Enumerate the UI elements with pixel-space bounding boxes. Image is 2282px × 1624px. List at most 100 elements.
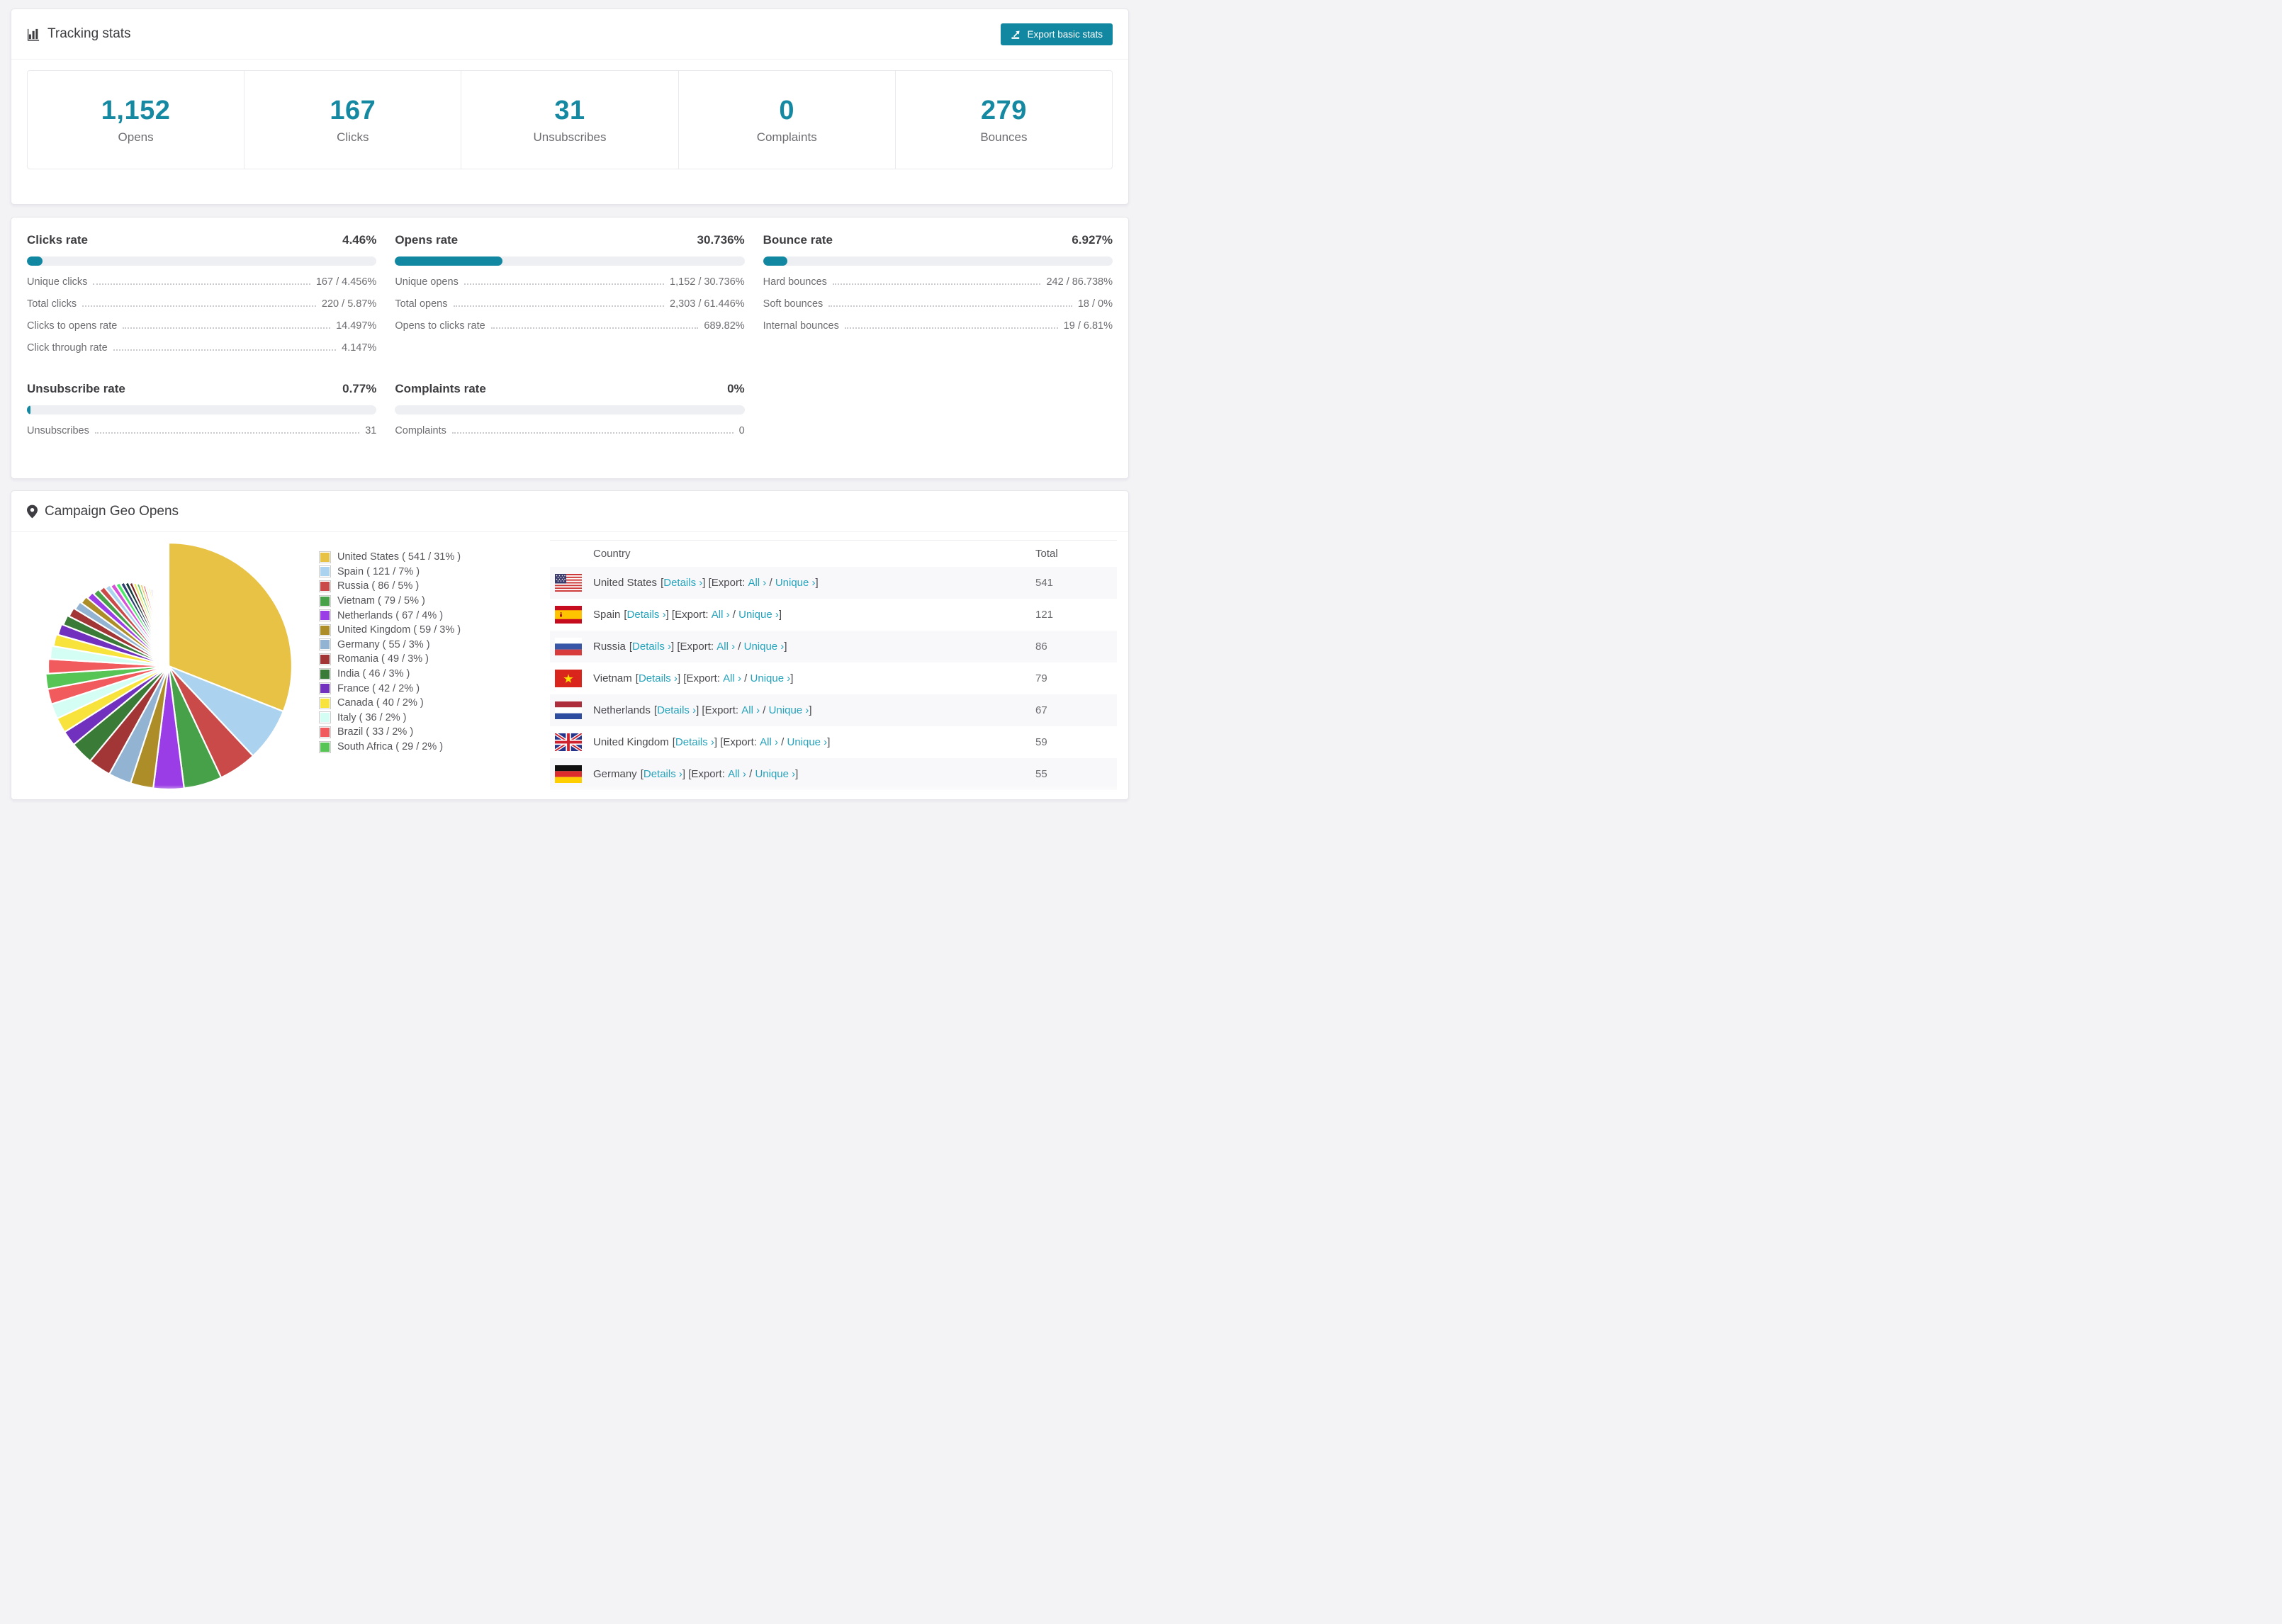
legend-item[interactable]: France ( 42 / 2% ): [319, 681, 529, 696]
summary-stat-value: 167: [330, 95, 376, 125]
rate-stat-value: 0: [738, 425, 745, 436]
rate-stat-label: Total clicks: [27, 298, 77, 310]
export-all-link[interactable]: All ›: [748, 577, 766, 589]
details-link[interactable]: Details ›: [639, 672, 678, 684]
rate-stat-line: Click through rate 4.147%: [27, 342, 376, 354]
export-unique-link[interactable]: Unique ›: [744, 641, 785, 653]
rate-stat-value: 19 / 6.81%: [1063, 320, 1113, 332]
legend-color-swatch: [319, 726, 331, 738]
campaign-geo-opens-card: Campaign Geo Opens United States ( 541 /…: [11, 490, 1129, 800]
rate-stat-label: Click through rate: [27, 342, 108, 354]
legend-item[interactable]: United States ( 541 / 31% ): [319, 550, 529, 565]
export-all-link[interactable]: All ›: [728, 768, 746, 780]
export-unique-link[interactable]: Unique ›: [738, 609, 779, 621]
country-cell: Russia[Details ›] [Export: All › / Uniqu…: [550, 638, 1035, 655]
rate-block: Clicks rate 4.46% Unique clicks 167 / 4.456…: [27, 233, 377, 354]
dotted-leader: [828, 305, 1072, 307]
rate-stat-label: Unsubscribes: [27, 425, 89, 436]
legend-item[interactable]: India ( 46 / 3% ): [319, 667, 529, 682]
rate-stat-line: Complaints 0: [395, 425, 744, 436]
geo-legend: United States ( 541 / 31% ) Spain ( 121 /…: [319, 540, 529, 796]
country-cell: United Kingdom[Details ›] [Export: All ›…: [550, 733, 1035, 751]
summary-stat-value: 279: [980, 95, 1027, 125]
legend-item[interactable]: United Kingdom ( 59 / 3% ): [319, 623, 529, 638]
rate-stat-line: Soft bounces 18 / 0%: [763, 298, 1113, 310]
rate-stat-value: 220 / 5.87%: [321, 298, 377, 310]
geo-title-label: Campaign Geo Opens: [45, 503, 179, 519]
legend-item[interactable]: Romania ( 49 / 3% ): [319, 652, 529, 667]
rate-stat-label: Hard bounces: [763, 276, 827, 288]
table-row: Netherlands[Details ›] [Export: All › / …: [550, 694, 1117, 726]
rate-block-header: Opens rate 30.736%: [395, 233, 744, 247]
dotted-leader: [451, 432, 734, 434]
details-link[interactable]: Details ›: [675, 736, 714, 748]
export-all-link[interactable]: All ›: [716, 641, 735, 653]
export-all-link[interactable]: All ›: [723, 672, 741, 684]
details-link[interactable]: Details ›: [627, 609, 666, 621]
export-basic-stats-button[interactable]: Export basic stats: [1001, 23, 1113, 45]
legend-item[interactable]: Canada ( 40 / 2% ): [319, 696, 529, 711]
rate-stat-line: Clicks to opens rate 14.497%: [27, 320, 376, 332]
export-icon: [1011, 29, 1021, 40]
export-prefix: ] [Export:: [702, 577, 748, 589]
separator: /: [760, 704, 769, 716]
legend-label: Russia ( 86 / 5% ): [337, 580, 420, 592]
rate-stat-line: Unsubscribes 31: [27, 425, 376, 436]
total-cell: 121: [1035, 609, 1054, 621]
export-prefix: ] [Export:: [665, 609, 712, 621]
table-row: Vietnam[Details ›] [Export: All › / Uniq…: [550, 662, 1117, 694]
legend-item[interactable]: Germany ( 55 / 3% ): [319, 638, 529, 653]
legend-label: France ( 42 / 2% ): [337, 682, 420, 694]
export-button-label: Export basic stats: [1027, 28, 1103, 40]
details-link[interactable]: Details ›: [657, 704, 696, 716]
bracket: ]: [778, 609, 782, 621]
rate-block: Bounce rate 6.927% Hard bounces 242 / 86.73…: [763, 233, 1113, 354]
export-unique-link[interactable]: Unique ›: [775, 577, 816, 589]
legend-item[interactable]: Vietnam ( 79 / 5% ): [319, 594, 529, 609]
export-all-link[interactable]: All ›: [712, 609, 730, 621]
legend-item[interactable]: South Africa ( 29 / 2% ): [319, 740, 529, 755]
export-unique-link[interactable]: Unique ›: [755, 768, 795, 780]
details-link[interactable]: Details ›: [663, 577, 702, 589]
rate-stat-line: Total clicks 220 / 5.87%: [27, 298, 376, 310]
rate-stat-label: Complaints: [395, 425, 446, 436]
legend-label: Brazil ( 33 / 2% ): [337, 726, 414, 738]
legend-item[interactable]: Brazil ( 33 / 2% ): [319, 725, 529, 740]
flag-gb: [555, 733, 582, 751]
rate-stat-line: Unique clicks 167 / 4.456%: [27, 276, 376, 288]
dotted-leader: [463, 283, 665, 285]
legend-item[interactable]: Netherlands ( 67 / 4% ): [319, 608, 529, 623]
details-link[interactable]: Details ›: [632, 641, 671, 653]
rate-block: Unsubscribe rate 0.77% Unsubscribes 31: [27, 382, 377, 436]
column-header-country: Country: [593, 548, 631, 560]
rate-stat-label: Unique clicks: [27, 276, 88, 288]
details-link[interactable]: Details ›: [643, 768, 682, 780]
export-unique-link[interactable]: Unique ›: [751, 672, 791, 684]
legend-color-swatch: [319, 580, 331, 592]
geo-pie-chart: [43, 540, 295, 796]
legend-label: South Africa ( 29 / 2% ): [337, 741, 444, 753]
summary-stat-cell: 279 Bounces: [896, 71, 1112, 169]
legend-color-swatch: [319, 594, 331, 607]
export-all-link[interactable]: All ›: [741, 704, 760, 716]
export-unique-link[interactable]: Unique ›: [769, 704, 809, 716]
export-all-link[interactable]: All ›: [760, 736, 778, 748]
legend-item[interactable]: Italy ( 36 / 2% ): [319, 711, 529, 726]
geo-table: Country Total United States[Details ›] […: [550, 540, 1117, 796]
progress-bar-track: [27, 405, 377, 415]
rate-value: 30.736%: [697, 233, 745, 247]
export-unique-link[interactable]: Unique ›: [787, 736, 827, 748]
separator: /: [777, 736, 787, 748]
rate-stat-line: Opens to clicks rate 689.82%: [395, 320, 744, 332]
rate-title: Bounce rate: [763, 233, 833, 247]
rate-stat-value: 242 / 86.738%: [1046, 276, 1113, 288]
rate-title: Clicks rate: [27, 233, 88, 247]
summary-stat-label: Clicks: [337, 130, 369, 144]
legend-color-swatch: [319, 609, 331, 622]
country-name: Netherlands: [593, 704, 651, 716]
rate-title: Unsubscribe rate: [27, 382, 125, 395]
legend-item[interactable]: Spain ( 121 / 7% ): [319, 565, 529, 580]
legend-item[interactable]: Russia ( 86 / 5% ): [319, 579, 529, 594]
rate-value: 6.927%: [1072, 233, 1113, 247]
progress-bar-track: [395, 405, 745, 415]
